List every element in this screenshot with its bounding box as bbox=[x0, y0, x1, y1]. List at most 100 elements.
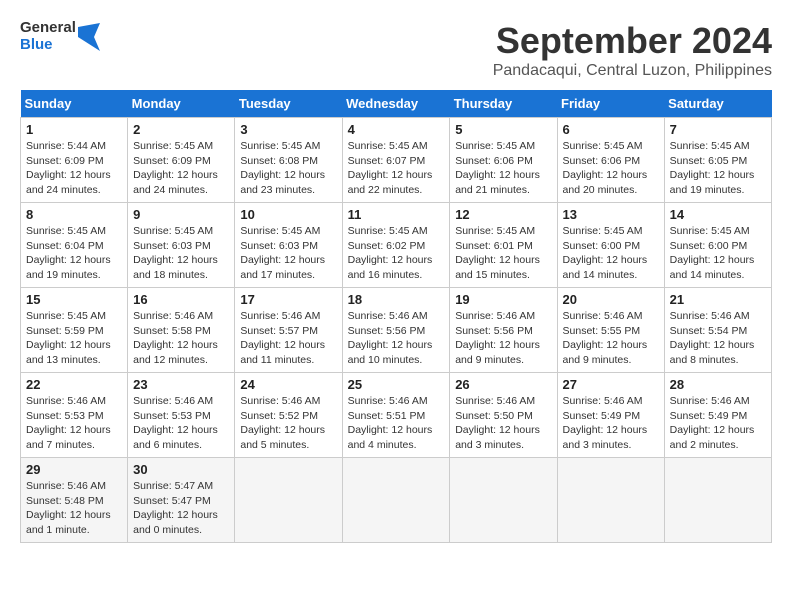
day-info: Sunrise: 5:46 AMSunset: 5:55 PMDaylight:… bbox=[563, 310, 648, 366]
logo-text-blue: Blue bbox=[20, 37, 76, 54]
day-number: 3 bbox=[240, 122, 336, 137]
day-number: 20 bbox=[563, 292, 659, 307]
day-info: Sunrise: 5:45 AMSunset: 6:03 PMDaylight:… bbox=[133, 225, 218, 281]
calendar-cell: 27 Sunrise: 5:46 AMSunset: 5:49 PMDaylig… bbox=[557, 373, 664, 458]
calendar-cell: 17 Sunrise: 5:46 AMSunset: 5:57 PMDaylig… bbox=[235, 288, 342, 373]
calendar-cell: 28 Sunrise: 5:46 AMSunset: 5:49 PMDaylig… bbox=[664, 373, 771, 458]
day-info: Sunrise: 5:45 AMSunset: 6:00 PMDaylight:… bbox=[563, 225, 648, 281]
weekday-header-thursday: Thursday bbox=[450, 90, 557, 118]
day-number: 6 bbox=[563, 122, 659, 137]
day-info: Sunrise: 5:46 AMSunset: 5:58 PMDaylight:… bbox=[133, 310, 218, 366]
day-number: 25 bbox=[348, 377, 445, 392]
day-number: 22 bbox=[26, 377, 122, 392]
day-info: Sunrise: 5:46 AMSunset: 5:56 PMDaylight:… bbox=[455, 310, 540, 366]
calendar-cell: 24 Sunrise: 5:46 AMSunset: 5:52 PMDaylig… bbox=[235, 373, 342, 458]
weekday-header-friday: Friday bbox=[557, 90, 664, 118]
calendar-cell: 21 Sunrise: 5:46 AMSunset: 5:54 PMDaylig… bbox=[664, 288, 771, 373]
day-number: 29 bbox=[26, 462, 122, 477]
day-info: Sunrise: 5:46 AMSunset: 5:50 PMDaylight:… bbox=[455, 395, 540, 451]
location-title: Pandacaqui, Central Luzon, Philippines bbox=[493, 62, 772, 80]
calendar-cell: 8 Sunrise: 5:45 AMSunset: 6:04 PMDayligh… bbox=[21, 203, 128, 288]
calendar-cell: 29 Sunrise: 5:46 AMSunset: 5:48 PMDaylig… bbox=[21, 458, 128, 543]
day-info: Sunrise: 5:46 AMSunset: 5:56 PMDaylight:… bbox=[348, 310, 433, 366]
day-info: Sunrise: 5:45 AMSunset: 6:08 PMDaylight:… bbox=[240, 140, 325, 196]
calendar-cell bbox=[342, 458, 450, 543]
title-section: September 2024 Pandacaqui, Central Luzon… bbox=[493, 20, 772, 80]
day-info: Sunrise: 5:46 AMSunset: 5:52 PMDaylight:… bbox=[240, 395, 325, 451]
logo-bird-icon bbox=[78, 23, 100, 51]
day-number: 26 bbox=[455, 377, 551, 392]
day-info: Sunrise: 5:46 AMSunset: 5:49 PMDaylight:… bbox=[563, 395, 648, 451]
weekday-header-saturday: Saturday bbox=[664, 90, 771, 118]
day-info: Sunrise: 5:45 AMSunset: 6:02 PMDaylight:… bbox=[348, 225, 433, 281]
day-info: Sunrise: 5:45 AMSunset: 6:03 PMDaylight:… bbox=[240, 225, 325, 281]
day-number: 5 bbox=[455, 122, 551, 137]
day-number: 15 bbox=[26, 292, 122, 307]
week-row-3: 15 Sunrise: 5:45 AMSunset: 5:59 PMDaylig… bbox=[21, 288, 772, 373]
day-number: 1 bbox=[26, 122, 122, 137]
calendar-cell: 14 Sunrise: 5:45 AMSunset: 6:00 PMDaylig… bbox=[664, 203, 771, 288]
calendar-cell: 1 Sunrise: 5:44 AMSunset: 6:09 PMDayligh… bbox=[21, 118, 128, 203]
weekday-header-monday: Monday bbox=[128, 90, 235, 118]
calendar-cell: 4 Sunrise: 5:45 AMSunset: 6:07 PMDayligh… bbox=[342, 118, 450, 203]
day-info: Sunrise: 5:45 AMSunset: 6:00 PMDaylight:… bbox=[670, 225, 755, 281]
calendar-cell: 16 Sunrise: 5:46 AMSunset: 5:58 PMDaylig… bbox=[128, 288, 235, 373]
day-number: 30 bbox=[133, 462, 229, 477]
day-info: Sunrise: 5:46 AMSunset: 5:53 PMDaylight:… bbox=[133, 395, 218, 451]
day-info: Sunrise: 5:46 AMSunset: 5:53 PMDaylight:… bbox=[26, 395, 111, 451]
weekday-header-row: SundayMondayTuesdayWednesdayThursdayFrid… bbox=[21, 90, 772, 118]
day-number: 9 bbox=[133, 207, 229, 222]
day-info: Sunrise: 5:45 AMSunset: 6:07 PMDaylight:… bbox=[348, 140, 433, 196]
calendar-cell: 23 Sunrise: 5:46 AMSunset: 5:53 PMDaylig… bbox=[128, 373, 235, 458]
calendar-cell: 5 Sunrise: 5:45 AMSunset: 6:06 PMDayligh… bbox=[450, 118, 557, 203]
calendar-table: SundayMondayTuesdayWednesdayThursdayFrid… bbox=[20, 90, 772, 543]
page-header: General Blue September 2024 Pandacaqui, … bbox=[20, 20, 772, 80]
calendar-cell bbox=[664, 458, 771, 543]
calendar-cell: 13 Sunrise: 5:45 AMSunset: 6:00 PMDaylig… bbox=[557, 203, 664, 288]
calendar-cell: 2 Sunrise: 5:45 AMSunset: 6:09 PMDayligh… bbox=[128, 118, 235, 203]
day-number: 28 bbox=[670, 377, 766, 392]
day-info: Sunrise: 5:45 AMSunset: 6:09 PMDaylight:… bbox=[133, 140, 218, 196]
day-info: Sunrise: 5:46 AMSunset: 5:48 PMDaylight:… bbox=[26, 480, 111, 536]
day-number: 2 bbox=[133, 122, 229, 137]
day-info: Sunrise: 5:45 AMSunset: 6:06 PMDaylight:… bbox=[563, 140, 648, 196]
calendar-cell: 18 Sunrise: 5:46 AMSunset: 5:56 PMDaylig… bbox=[342, 288, 450, 373]
week-row-2: 8 Sunrise: 5:45 AMSunset: 6:04 PMDayligh… bbox=[21, 203, 772, 288]
day-number: 24 bbox=[240, 377, 336, 392]
calendar-cell: 7 Sunrise: 5:45 AMSunset: 6:05 PMDayligh… bbox=[664, 118, 771, 203]
day-number: 12 bbox=[455, 207, 551, 222]
calendar-cell: 3 Sunrise: 5:45 AMSunset: 6:08 PMDayligh… bbox=[235, 118, 342, 203]
logo-image: General Blue bbox=[20, 20, 100, 53]
calendar-cell: 30 Sunrise: 5:47 AMSunset: 5:47 PMDaylig… bbox=[128, 458, 235, 543]
day-number: 4 bbox=[348, 122, 445, 137]
day-info: Sunrise: 5:45 AMSunset: 6:06 PMDaylight:… bbox=[455, 140, 540, 196]
day-number: 21 bbox=[670, 292, 766, 307]
day-info: Sunrise: 5:46 AMSunset: 5:49 PMDaylight:… bbox=[670, 395, 755, 451]
calendar-cell: 10 Sunrise: 5:45 AMSunset: 6:03 PMDaylig… bbox=[235, 203, 342, 288]
day-info: Sunrise: 5:46 AMSunset: 5:57 PMDaylight:… bbox=[240, 310, 325, 366]
month-title: September 2024 bbox=[493, 20, 772, 62]
day-number: 7 bbox=[670, 122, 766, 137]
calendar-cell bbox=[235, 458, 342, 543]
day-info: Sunrise: 5:46 AMSunset: 5:54 PMDaylight:… bbox=[670, 310, 755, 366]
day-number: 13 bbox=[563, 207, 659, 222]
calendar-cell: 12 Sunrise: 5:45 AMSunset: 6:01 PMDaylig… bbox=[450, 203, 557, 288]
day-number: 16 bbox=[133, 292, 229, 307]
day-number: 17 bbox=[240, 292, 336, 307]
day-info: Sunrise: 5:44 AMSunset: 6:09 PMDaylight:… bbox=[26, 140, 111, 196]
calendar-cell bbox=[557, 458, 664, 543]
day-number: 11 bbox=[348, 207, 445, 222]
week-row-5: 29 Sunrise: 5:46 AMSunset: 5:48 PMDaylig… bbox=[21, 458, 772, 543]
day-number: 27 bbox=[563, 377, 659, 392]
day-number: 8 bbox=[26, 207, 122, 222]
day-info: Sunrise: 5:46 AMSunset: 5:51 PMDaylight:… bbox=[348, 395, 433, 451]
day-number: 10 bbox=[240, 207, 336, 222]
logo: General Blue bbox=[20, 20, 100, 53]
calendar-cell: 9 Sunrise: 5:45 AMSunset: 6:03 PMDayligh… bbox=[128, 203, 235, 288]
calendar-cell: 25 Sunrise: 5:46 AMSunset: 5:51 PMDaylig… bbox=[342, 373, 450, 458]
calendar-cell: 20 Sunrise: 5:46 AMSunset: 5:55 PMDaylig… bbox=[557, 288, 664, 373]
weekday-header-tuesday: Tuesday bbox=[235, 90, 342, 118]
week-row-1: 1 Sunrise: 5:44 AMSunset: 6:09 PMDayligh… bbox=[21, 118, 772, 203]
day-info: Sunrise: 5:45 AMSunset: 5:59 PMDaylight:… bbox=[26, 310, 111, 366]
day-number: 18 bbox=[348, 292, 445, 307]
